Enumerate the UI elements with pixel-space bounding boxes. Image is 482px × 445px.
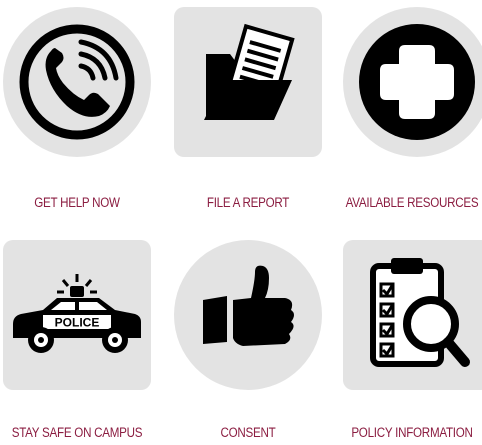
policy-information-tile[interactable] [343,240,482,390]
svg-text:POLICE: POLICE [55,316,100,330]
folder-document-icon [204,23,295,120]
medical-cross-icon [359,24,475,140]
available-resources-label[interactable]: AVAILABLE RESOURCES [339,195,482,210]
available-resources-tile[interactable] [343,7,482,157]
clipboard-magnifier-icon [370,258,470,367]
consent-label[interactable]: CONSENT [175,425,321,440]
stay-safe-on-campus-tile[interactable]: POLICE [3,240,151,390]
stay-safe-on-campus-label[interactable]: STAY SAFE ON CAMPUS [4,425,150,440]
file-a-report-tile[interactable] [174,7,322,157]
get-help-now-label[interactable]: GET HELP NOW [4,195,150,210]
get-help-now-tile[interactable] [3,7,151,157]
consent-tile[interactable] [174,240,322,390]
phone-icon [19,24,135,140]
file-a-report-label[interactable]: FILE A REPORT [175,195,321,210]
policy-information-label[interactable]: POLICY INFORMATION [339,425,482,440]
thumbs-up-icon [203,265,294,346]
police-car-icon: POLICE [13,274,141,353]
